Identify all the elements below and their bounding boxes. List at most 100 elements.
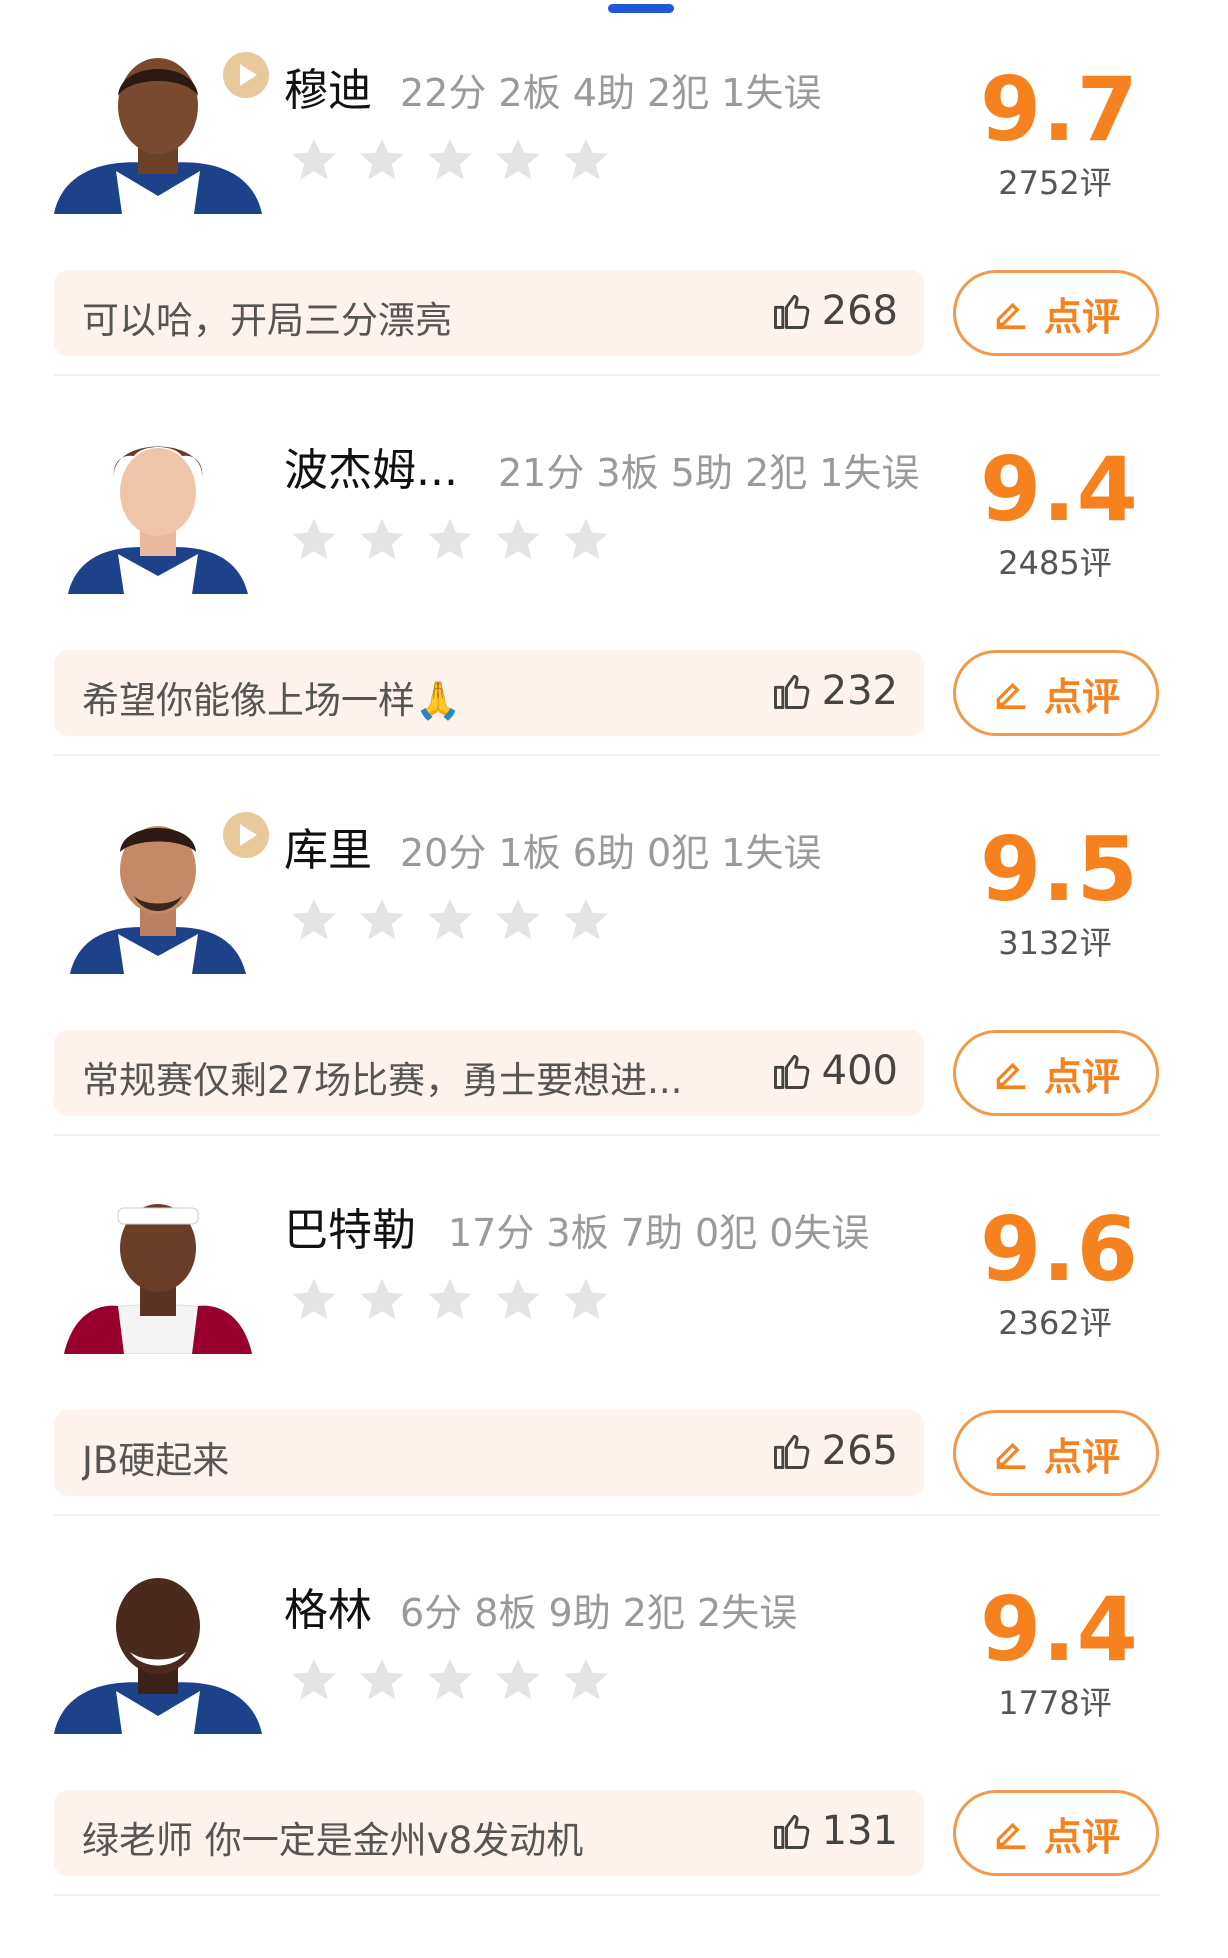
top-comment[interactable]: 常规赛仅剩27场比赛，勇士要想进... 400 [54,1030,924,1116]
star-rating[interactable] [288,1274,612,1326]
player-name[interactable]: 格林 [284,1574,372,1638]
star-rating[interactable] [288,1654,612,1706]
like-count: 268 [821,288,898,334]
edit-pen-icon [996,1822,1026,1850]
like-count: 131 [821,1808,898,1854]
review-button[interactable]: 点评 [953,1410,1159,1496]
player-score: 9.4 [980,438,1139,541]
review-label: 点评 [1043,1054,1120,1099]
rating-count: 2485评 [998,544,1112,582]
divider [54,1514,1160,1516]
player-name[interactable]: 波杰姆... [284,434,458,498]
star-icon[interactable] [288,134,340,186]
edit-pen-icon [996,1442,1026,1470]
review-label: 点评 [1043,1814,1120,1859]
player-name[interactable]: 巴特勒 [284,1194,416,1258]
star-icon[interactable] [560,1654,612,1706]
player-stats: 21分 3板 5助 2犯 1失误 [498,451,920,495]
star-icon[interactable] [424,1654,476,1706]
like-count: 232 [821,668,898,714]
top-comment[interactable]: 绿老师 你一定是金州v8发动机 131 [54,1790,924,1876]
player-avatar[interactable] [54,1186,262,1354]
star-icon[interactable] [560,514,612,566]
play-icon[interactable] [223,52,269,98]
star-icon[interactable] [356,514,408,566]
star-icon[interactable] [356,1654,408,1706]
thumbs-up-icon [773,674,809,709]
star-icon[interactable] [560,894,612,946]
star-icon[interactable] [424,514,476,566]
thumbs-up-icon [773,294,809,329]
edit-pen-icon [996,302,1026,330]
comment-text: 绿老师 你一定是金州v8发动机 [82,1819,584,1862]
star-icon[interactable] [492,894,544,946]
star-icon[interactable] [288,894,340,946]
review-label: 点评 [1043,294,1120,339]
rating-count: 1778评 [998,1684,1112,1722]
player-avatar[interactable] [54,1566,262,1734]
top-comment[interactable]: 可以哈，开局三分漂亮 268 [54,270,924,356]
star-rating[interactable] [288,894,612,946]
review-label: 点评 [1043,674,1120,719]
star-icon[interactable] [424,134,476,186]
like-count: 400 [821,1048,898,1094]
thumbs-up-icon [773,1054,809,1089]
player-row: 库里 20分 1板 6助 0犯 1失误 9.5 3132评 常规赛仅剩27场比赛… [0,760,1228,1136]
star-rating[interactable] [288,514,612,566]
star-icon[interactable] [356,1274,408,1326]
divider [54,1894,1160,1896]
rating-count: 2752评 [998,164,1112,202]
player-row: 穆迪 22分 2板 4助 2犯 1失误 9.7 2752评 可以哈，开局三分漂亮… [0,0,1228,376]
star-icon[interactable] [424,894,476,946]
star-icon[interactable] [560,134,612,186]
player-row: 格林 6分 8板 9助 2犯 2失误 9.4 1778评 绿老师 你一定是金州v… [0,1520,1228,1896]
like-button[interactable]: 131 [770,1808,898,1854]
thumbs-up-icon [773,1814,809,1849]
star-icon[interactable] [288,1654,340,1706]
player-score: 9.6 [980,1198,1139,1301]
review-button[interactable]: 点评 [953,270,1159,356]
rating-count: 2362评 [998,1304,1112,1342]
star-icon[interactable] [560,1274,612,1326]
star-icon[interactable] [492,1274,544,1326]
review-button[interactable]: 点评 [953,1030,1159,1116]
player-score: 9.7 [980,58,1139,161]
star-icon[interactable] [424,1274,476,1326]
player-name[interactable]: 库里 [284,814,372,878]
top-comment[interactable]: 希望你能像上场一样🙏 232 [54,650,924,736]
like-button[interactable]: 265 [770,1428,898,1474]
like-count: 265 [821,1428,898,1474]
player-score: 9.5 [980,818,1139,921]
player-name[interactable]: 穆迪 [284,54,372,118]
star-icon[interactable] [492,134,544,186]
review-button[interactable]: 点评 [953,1790,1159,1876]
star-icon[interactable] [492,514,544,566]
divider [54,1134,1160,1136]
divider [54,754,1160,756]
play-icon[interactable] [223,812,269,858]
star-icon[interactable] [288,1274,340,1326]
player-score: 9.4 [980,1578,1139,1681]
review-label: 点评 [1043,1434,1120,1479]
like-button[interactable]: 268 [770,288,898,334]
divider [54,374,1160,376]
top-comment[interactable]: JB硬起来 265 [54,1410,924,1496]
comment-text: JB硬起来 [82,1439,230,1482]
comment-text: 常规赛仅剩27场比赛，勇士要想进... [82,1059,683,1102]
star-icon[interactable] [288,514,340,566]
comment-text: 希望你能像上场一样🙏 [82,679,462,722]
comment-text: 可以哈，开局三分漂亮 [82,299,452,342]
review-button[interactable]: 点评 [953,650,1159,736]
star-icon[interactable] [356,134,408,186]
edit-pen-icon [996,1062,1026,1090]
player-stats: 6分 8板 9助 2犯 2失误 [400,1591,798,1635]
player-avatar[interactable] [54,426,262,594]
like-button[interactable]: 400 [770,1048,898,1094]
player-row: 波杰姆... 21分 3板 5助 2犯 1失误 9.4 2485评 希望你能像上… [0,380,1228,756]
like-button[interactable]: 232 [770,668,898,714]
rating-count: 3132评 [998,924,1112,962]
star-icon[interactable] [356,894,408,946]
star-rating[interactable] [288,134,612,186]
player-stats: 20分 1板 6助 0犯 1失误 [400,831,822,875]
star-icon[interactable] [492,1654,544,1706]
